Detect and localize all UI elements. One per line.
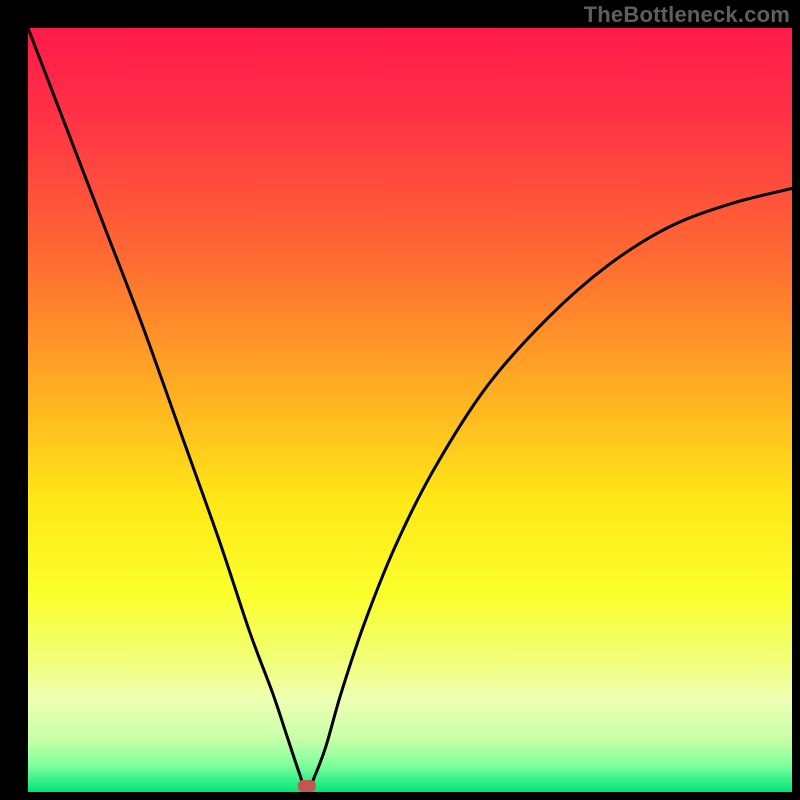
chart-svg bbox=[0, 0, 800, 800]
watermark-text: TheBottleneck.com bbox=[584, 2, 790, 28]
gradient-background bbox=[28, 28, 792, 792]
chart-frame: TheBottleneck.com bbox=[0, 0, 800, 800]
minimum-marker bbox=[298, 780, 316, 792]
